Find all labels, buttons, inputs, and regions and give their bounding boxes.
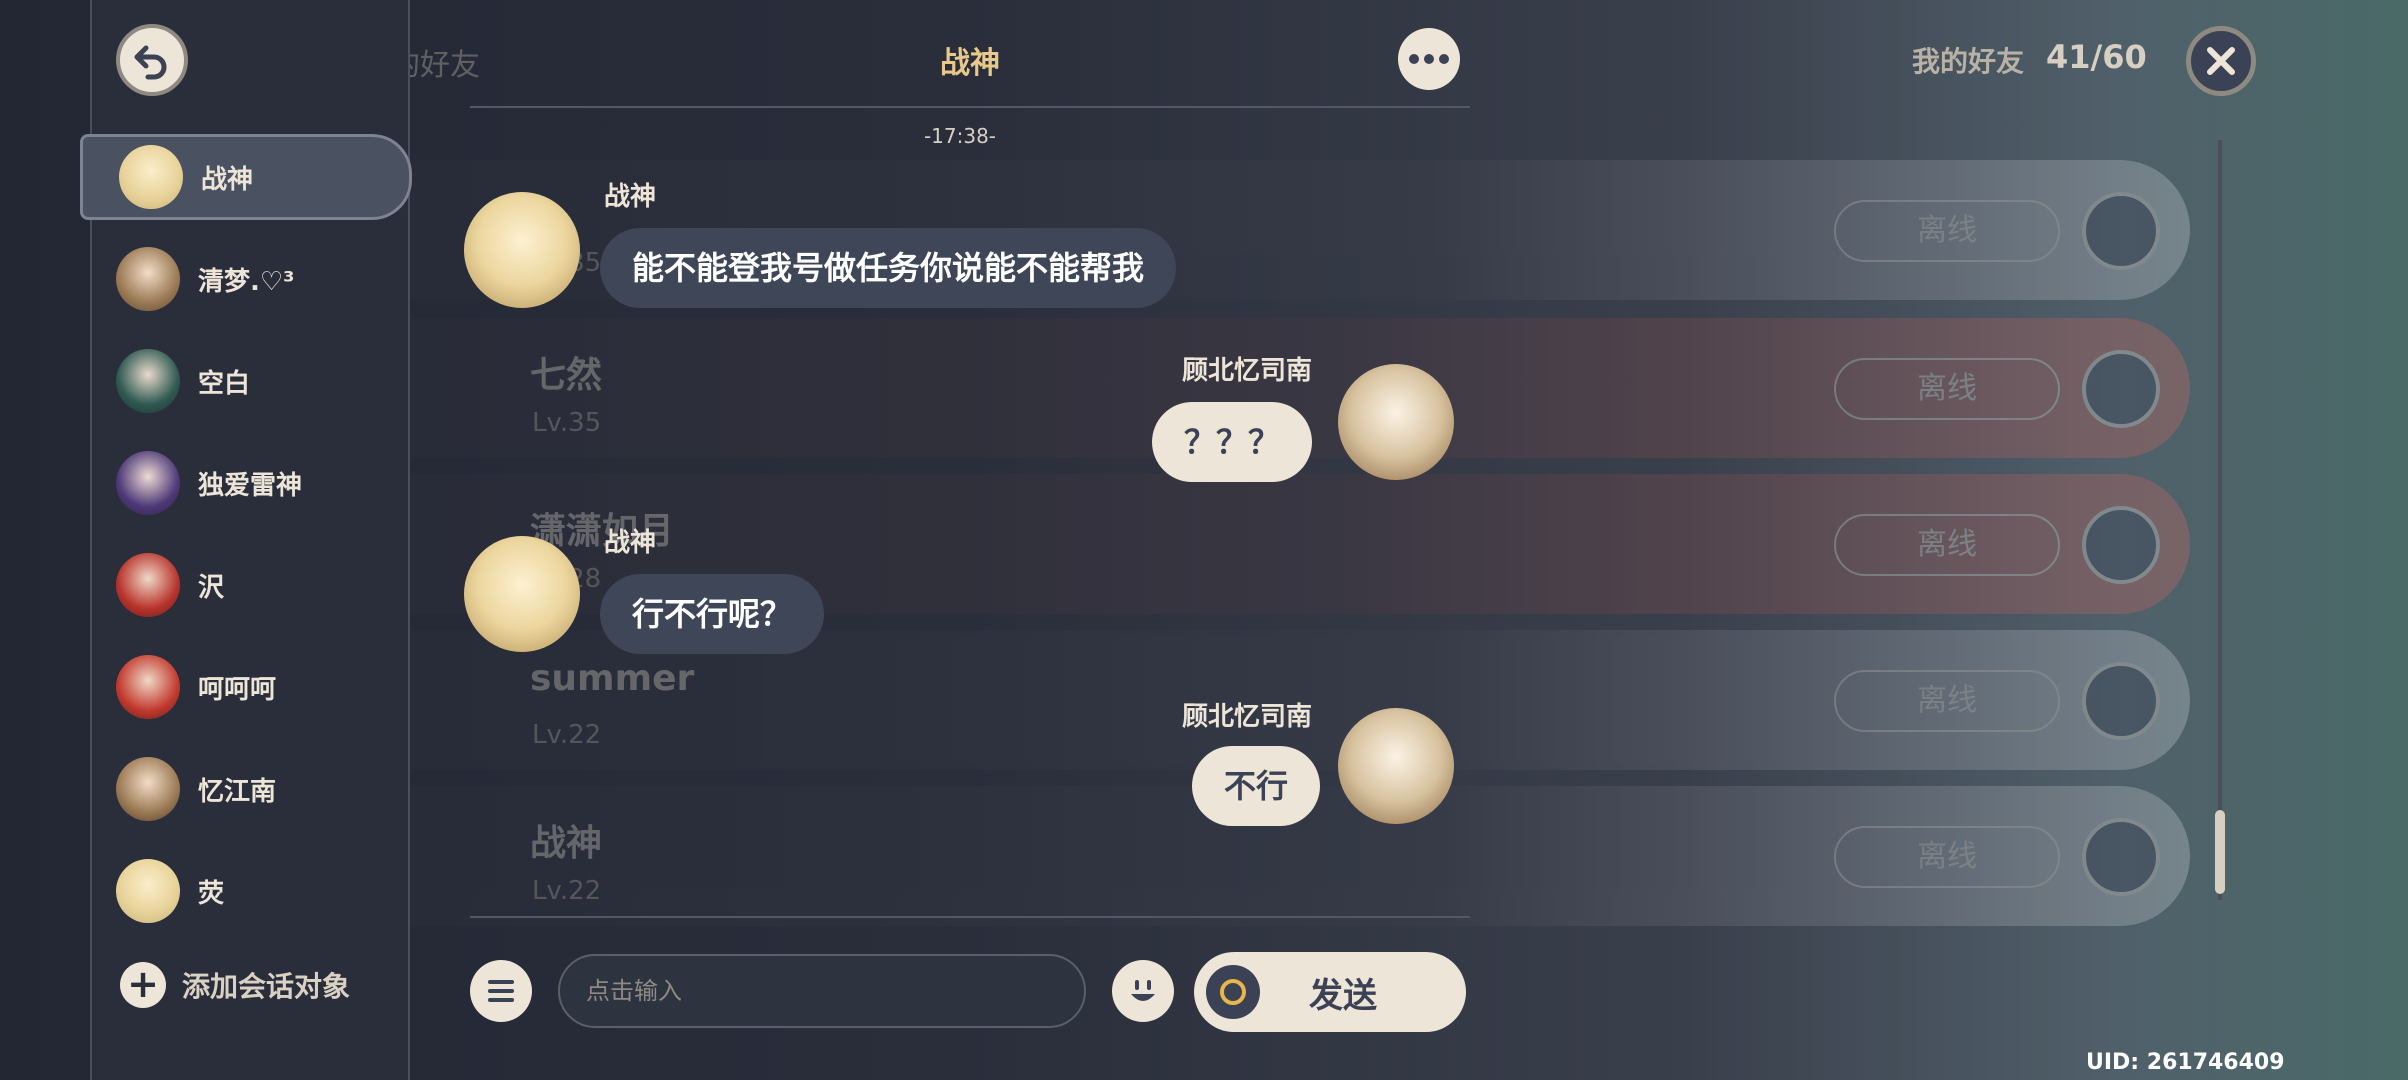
contact-name: 忆江南	[198, 776, 277, 807]
ring-shape	[1220, 979, 1246, 1005]
own-avatar[interactable]	[1338, 708, 1454, 824]
message-input[interactable]	[558, 954, 1086, 1028]
friends-label: 我的好友	[1912, 45, 2025, 78]
chat-bubble-icon	[2082, 506, 2160, 584]
friend-status: 离线	[1834, 826, 2060, 888]
more-dot	[1424, 54, 1434, 64]
message-sender-name: 顾北忆司南	[1182, 356, 1313, 386]
add-conversation-label: 添加会话对象	[182, 970, 351, 1003]
contact-name: 呵呵呵	[198, 674, 277, 705]
contact-name: 空白	[198, 368, 251, 399]
friend-status: 离线	[1834, 670, 2060, 732]
plus-icon: +	[120, 962, 166, 1008]
contact-item[interactable]: 空白	[106, 338, 398, 424]
list-line	[488, 989, 514, 993]
friend-level: Lv.22	[532, 720, 602, 750]
contact-name: 荧	[198, 878, 225, 909]
chat-bubble-icon	[2082, 192, 2160, 270]
contact-name: 清梦.♡³	[198, 266, 295, 297]
message-sender-name: 战神	[604, 528, 657, 558]
background-friend-row: Lv.35 离线	[300, 160, 2190, 300]
send-icon	[1206, 965, 1260, 1019]
list-line	[488, 998, 514, 1002]
message-sender-name: 顾北忆司南	[1182, 702, 1313, 732]
more-dot	[1439, 54, 1449, 64]
chat-bubble-icon	[2082, 350, 2160, 428]
contact-name: 战神	[201, 164, 254, 195]
contact-item-active[interactable]: 战神	[80, 134, 412, 220]
conversation-sidebar: 战神 清梦.♡³ 空白 独爱雷神 沢 呵呵呵 忆江南 荧 + 添加会话对象	[80, 0, 412, 1080]
contact-item[interactable]: 清梦.♡³	[106, 236, 398, 322]
add-conversation-button[interactable]: + 添加会话对象	[120, 962, 350, 1008]
sender-avatar[interactable]	[464, 536, 580, 652]
contact-avatar	[116, 655, 180, 719]
contact-item[interactable]: 荧	[106, 848, 398, 934]
message-sender-name: 战神	[604, 182, 657, 212]
contact-avatar	[116, 451, 180, 515]
contact-name: 独爱雷神	[198, 470, 303, 501]
contact-item[interactable]: 独爱雷神	[106, 440, 398, 526]
friend-status: 离线	[1834, 200, 2060, 262]
list-icon	[488, 980, 514, 984]
message-bubble-outgoing: ？？？	[1152, 402, 1313, 482]
send-label: 发送	[1309, 975, 1377, 1016]
bottom-divider	[470, 916, 1470, 918]
contact-avatar	[116, 247, 180, 311]
send-button[interactable]: 发送	[1194, 952, 1466, 1032]
emoji-button[interactable]	[1112, 960, 1174, 1022]
friend-name: 战神	[530, 823, 603, 864]
friends-count: 41/60	[2046, 38, 2147, 76]
scrollbar-track[interactable]	[2218, 140, 2222, 900]
contact-name: 沢	[198, 572, 225, 603]
message-bubble-outgoing: 不行	[1192, 746, 1321, 826]
contact-avatar	[119, 145, 183, 209]
friend-level: Lv.22	[532, 876, 602, 906]
uid-label: UID: 261746409	[2086, 1050, 2285, 1075]
own-avatar[interactable]	[1338, 364, 1454, 480]
quick-phrases-button[interactable]	[470, 960, 532, 1022]
message-bubble-incoming: 能不能登我号做任务你说能不能帮我	[600, 228, 1177, 308]
smiley-icon	[1131, 980, 1155, 1001]
contact-avatar	[116, 859, 180, 923]
background-friend-row: 潇潇如月 Lv.28 离线	[300, 474, 2190, 614]
contact-avatar	[116, 757, 180, 821]
contact-item[interactable]: 忆江南	[106, 746, 398, 832]
contact-avatar	[116, 349, 180, 413]
chat-title: 战神	[940, 46, 1000, 81]
top-divider	[470, 106, 1470, 108]
contact-item[interactable]: 沢	[106, 542, 398, 628]
chat-bubble-icon	[2082, 662, 2160, 740]
message-bubble-incoming: 行不行呢？	[600, 574, 825, 654]
friend-status: 离线	[1834, 358, 2060, 420]
friend-name: 七然	[530, 355, 603, 396]
more-options-button[interactable]	[1398, 28, 1460, 90]
contact-item[interactable]: 呵呵呵	[106, 644, 398, 730]
close-icon	[2207, 47, 2235, 75]
more-dots-icon	[1409, 54, 1419, 64]
message-timestamp: -17:38-	[923, 124, 997, 148]
back-button[interactable]	[116, 24, 188, 96]
scrollbar-thumb[interactable]	[2215, 810, 2225, 894]
sender-avatar[interactable]	[464, 192, 580, 308]
contact-avatar	[116, 553, 180, 617]
chat-bubble-icon	[2082, 818, 2160, 896]
friend-name: summer	[530, 658, 695, 699]
friend-status: 离线	[1834, 514, 2060, 576]
close-button[interactable]	[2186, 26, 2256, 96]
friend-level: Lv.35	[532, 408, 602, 438]
back-arrow-icon	[134, 45, 167, 80]
